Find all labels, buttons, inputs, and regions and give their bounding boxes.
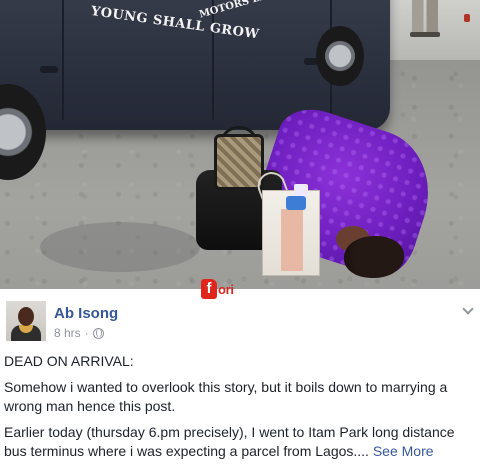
head-hair	[344, 236, 404, 278]
see-more-link[interactable]: See More	[373, 443, 434, 459]
bystander-legs	[410, 0, 440, 37]
post-header: Ab Isong 8 hrs ·	[6, 301, 476, 345]
meta-separator: ·	[84, 326, 89, 340]
author-name[interactable]: Ab Isong	[54, 305, 118, 322]
watermark-f: f	[201, 279, 217, 299]
post-paragraph: DEAD ON ARRIVAL:	[4, 353, 134, 369]
watermark-logo: f ori	[201, 278, 243, 300]
globe-icon[interactable]	[92, 327, 104, 339]
van-door-seam	[62, 0, 64, 120]
van-rear-wheel	[316, 26, 364, 86]
checked-handbag	[214, 134, 264, 190]
post-paragraph: Earlier today (thursday 6.pm precisely),…	[4, 423, 476, 461]
post-meta: 8 hrs ·	[54, 326, 104, 340]
avatar[interactable]	[6, 301, 46, 341]
post-paragraph: Somehow i wanted to overlook this story,…	[4, 379, 448, 414]
post-text: DEAD ON ARRIVAL: Somehow i wanted to ove…	[4, 352, 476, 465]
van-door-handle	[40, 66, 58, 73]
blue-bottle	[286, 196, 306, 210]
wet-patch	[40, 222, 200, 272]
watermark-text: ori	[218, 281, 234, 297]
avatar-head	[18, 307, 34, 326]
post-photo[interactable]: YOUNG SHALL GROW MOTORS LIMITED	[0, 0, 480, 289]
red-object	[464, 14, 470, 22]
post-timestamp[interactable]: 8 hrs	[54, 326, 81, 340]
